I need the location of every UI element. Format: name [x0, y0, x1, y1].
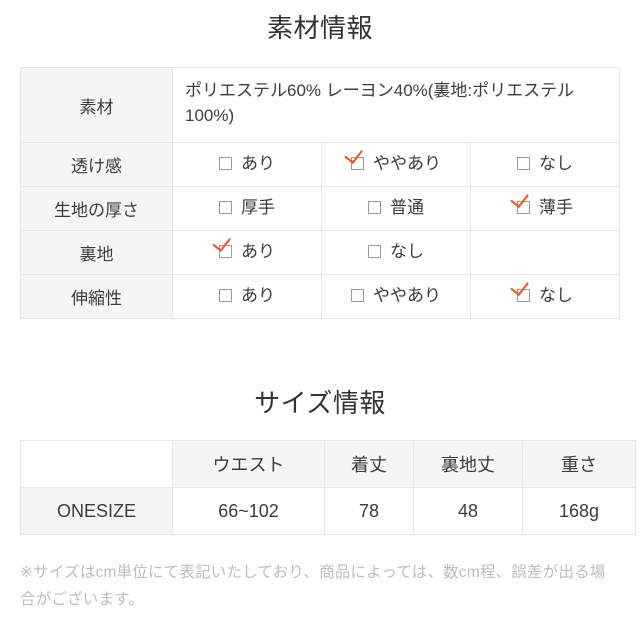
- empty-cell: [470, 230, 620, 275]
- table-row: ONESIZE 66~102 78 48 168g: [20, 487, 636, 535]
- checkbox-unchecked-icon[interactable]: [219, 288, 232, 302]
- table-row: 裏地 あり なし: [20, 230, 620, 275]
- option-cell[interactable]: あり: [172, 142, 322, 187]
- checkbox-checked-icon[interactable]: [219, 244, 232, 258]
- option-item[interactable]: あり: [219, 243, 275, 260]
- checkbox-unchecked-icon[interactable]: [351, 288, 364, 302]
- option-cell[interactable]: 薄手: [470, 186, 620, 231]
- table-row: 伸縮性 あり ややあり なし: [20, 274, 620, 319]
- size-column-header-waist: ウエスト: [172, 440, 325, 488]
- option-item[interactable]: 薄手: [517, 199, 573, 216]
- option-label: あり: [241, 241, 275, 261]
- checkbox-unchecked-icon[interactable]: [517, 156, 530, 170]
- option-item[interactable]: ややあり: [351, 287, 441, 304]
- size-note-text: ※サイズはcm単位にて表記いたしており、商品によっては、数cm程、誤差が出る場合…: [20, 564, 606, 609]
- size-value-weight: 168g: [522, 487, 636, 535]
- option-cell[interactable]: あり: [172, 274, 322, 319]
- table-header-row: ウエスト 着丈 裏地丈 重さ: [20, 440, 636, 488]
- material-section-title: 素材情報: [266, 13, 373, 43]
- table-row: 素材 ポリエステル60% レーヨン40%(裏地:ポリエステル100%): [20, 67, 620, 143]
- option-item[interactable]: 普通: [368, 199, 424, 216]
- material-row-label: 素材: [20, 67, 173, 143]
- size-section-title: サイズ情報: [254, 388, 386, 418]
- size-value-length: 78: [324, 487, 414, 535]
- option-cell[interactable]: ややあり: [321, 274, 471, 319]
- option-label: なし: [539, 285, 573, 305]
- option-label: 普通: [390, 197, 424, 217]
- option-item[interactable]: あり: [219, 155, 275, 172]
- checkbox-checked-icon[interactable]: [517, 288, 530, 302]
- option-item[interactable]: ややあり: [351, 155, 441, 172]
- size-table-corner-cell: [20, 440, 173, 488]
- option-label: ややあり: [373, 285, 441, 305]
- option-cell[interactable]: 厚手: [172, 186, 322, 231]
- material-row-label: 生地の厚さ: [20, 186, 173, 231]
- size-value-lining-length: 48: [413, 487, 523, 535]
- product-info-page: 素材情報 素材 ポリエステル60% レーヨン40%(裏地:ポリエステル100%)…: [0, 0, 640, 640]
- checkbox-unchecked-icon[interactable]: [368, 244, 381, 258]
- checkbox-checked-icon[interactable]: [351, 156, 364, 170]
- table-row: 透け感 あり ややあり なし: [20, 142, 620, 187]
- checkbox-unchecked-icon[interactable]: [219, 200, 232, 214]
- option-label: ややあり: [373, 153, 441, 173]
- option-item[interactable]: なし: [368, 243, 424, 260]
- material-row-label: 伸縮性: [20, 274, 173, 319]
- size-column-header-length: 着丈: [324, 440, 414, 488]
- checkbox-unchecked-icon[interactable]: [219, 156, 232, 170]
- option-item[interactable]: あり: [219, 287, 275, 304]
- size-value-waist: 66~102: [172, 487, 325, 535]
- size-table: ウエスト 着丈 裏地丈 重さ ONESIZE 66~102 78 48 168g: [20, 440, 636, 535]
- size-row-label: ONESIZE: [20, 487, 173, 535]
- checkbox-checked-icon[interactable]: [517, 200, 530, 214]
- option-cell[interactable]: あり: [172, 230, 322, 275]
- material-row-label: 裏地: [20, 230, 173, 275]
- option-cell[interactable]: なし: [321, 230, 471, 275]
- option-label: 厚手: [241, 197, 275, 217]
- option-label: あり: [241, 153, 275, 173]
- material-composition-value: ポリエステル60% レーヨン40%(裏地:ポリエステル100%): [172, 67, 620, 143]
- option-label: 薄手: [539, 197, 573, 217]
- option-cell[interactable]: なし: [470, 274, 620, 319]
- option-label: あり: [241, 285, 275, 305]
- option-item[interactable]: なし: [517, 155, 573, 172]
- checkbox-unchecked-icon[interactable]: [368, 200, 381, 214]
- size-column-header-lining-length: 裏地丈: [413, 440, 523, 488]
- option-label: なし: [539, 153, 573, 173]
- option-label: なし: [390, 241, 424, 261]
- option-cell[interactable]: ややあり: [321, 142, 471, 187]
- size-column-header-weight: 重さ: [522, 440, 636, 488]
- option-cell[interactable]: 普通: [321, 186, 471, 231]
- option-cell[interactable]: なし: [470, 142, 620, 187]
- table-row: 生地の厚さ 厚手 普通 薄手: [20, 186, 620, 231]
- option-item[interactable]: 厚手: [219, 199, 275, 216]
- material-table: 素材 ポリエステル60% レーヨン40%(裏地:ポリエステル100%) 透け感 …: [20, 67, 620, 319]
- material-row-label: 透け感: [20, 142, 173, 187]
- option-item[interactable]: なし: [517, 287, 573, 304]
